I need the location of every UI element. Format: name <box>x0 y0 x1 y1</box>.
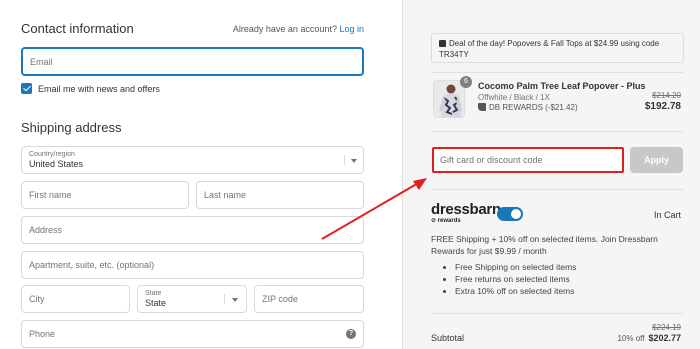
zip-placeholder: ZIP code <box>262 294 298 304</box>
email-field[interactable]: Email <box>21 47 364 76</box>
help-icon[interactable]: ? <box>346 329 356 339</box>
zip-field[interactable]: ZIP code <box>254 285 364 313</box>
phone-field[interactable]: Phone ? <box>21 320 364 348</box>
rewards-benefits: Free Shipping on selected items Free ret… <box>443 261 576 297</box>
product-name: Cocomo Palm Tree Leaf Popover - Plus <box>478 81 646 91</box>
divider <box>431 313 684 314</box>
subtotal-discount-note: 10% off <box>617 334 645 343</box>
brand-sub: ⊘ rewards <box>431 218 461 224</box>
last-name-field[interactable]: Last name <box>196 181 364 209</box>
list-item: Free Shipping on selected items <box>455 261 576 273</box>
reward-text: DB REWARDS (-$21.42) <box>489 103 578 112</box>
country-select[interactable]: Country/region United States <box>21 146 364 174</box>
chevron-down-icon <box>351 159 357 163</box>
address-placeholder: Address <box>29 225 63 235</box>
rewards-status: In Cart <box>653 210 681 220</box>
first-name-placeholder: First name <box>29 190 72 200</box>
rewards-promo-text: FREE Shipping + 10% off on selected item… <box>431 234 658 256</box>
subtotal-label: Subtotal <box>431 333 465 343</box>
deal-banner: Deal of the day! Popovers & Fall Tops at… <box>431 33 684 63</box>
apartment-field[interactable]: Apartment, suite, etc. (optional) <box>21 251 364 279</box>
login-prompt: Already have an account? Log in <box>233 24 364 34</box>
product-price-original: $214.20 <box>652 91 681 100</box>
divider <box>431 189 684 190</box>
subtotal-final: $202.77 <box>648 333 681 343</box>
discount-code-input[interactable]: Gift card or discount code <box>432 147 624 173</box>
login-link[interactable]: Log in <box>339 24 364 34</box>
state-label: State <box>145 290 162 297</box>
apartment-placeholder: Apartment, suite, etc. (optional) <box>29 260 155 270</box>
rewards-logo-icon: ⊘ <box>431 218 438 224</box>
phone-placeholder: Phone <box>29 329 56 339</box>
country-label: Country/region <box>29 151 75 158</box>
product-thumbnail <box>433 80 465 118</box>
order-summary: Deal of the day! Popovers & Fall Tops at… <box>402 0 700 349</box>
state-select[interactable]: State State <box>137 285 247 313</box>
subtotal-final-wrap: 10% off $202.77 <box>617 333 681 343</box>
product-variant: Offwhite / Black / 1X <box>478 93 550 102</box>
newsletter-label: Email me with news and offers <box>38 84 160 94</box>
product-price-final: $192.78 <box>644 101 681 112</box>
brand-name: dressbarn <box>431 201 501 218</box>
newsletter-checkbox[interactable] <box>21 83 32 94</box>
city-placeholder: City <box>29 294 45 304</box>
list-item: Extra 10% off on selected items <box>455 285 576 297</box>
checkout-form: Contact information Already have an acco… <box>0 0 402 349</box>
gift-icon <box>439 40 446 47</box>
apply-button[interactable]: Apply <box>630 147 683 173</box>
deal-text: Deal of the day! Popovers & Fall Tops at… <box>439 39 660 59</box>
country-value: United States <box>29 159 84 169</box>
subtotal-original: $224.19 <box>652 323 681 332</box>
chevron-down-icon <box>232 298 238 302</box>
shipping-title: Shipping address <box>21 120 122 135</box>
divider <box>431 131 684 132</box>
discount-placeholder: Gift card or discount code <box>440 155 543 165</box>
quantity-badge: 6 <box>460 76 472 88</box>
list-item: Free returns on selected items <box>455 273 576 285</box>
dressbarn-rewards-logo: dressbarn ⊘ rewards <box>431 202 501 224</box>
city-field[interactable]: City <box>21 285 130 313</box>
first-name-field[interactable]: First name <box>21 181 189 209</box>
tag-icon <box>478 103 486 111</box>
last-name-placeholder: Last name <box>204 190 247 200</box>
product-reward: DB REWARDS (-$21.42) <box>478 103 578 112</box>
have-account-text: Already have an account? <box>232 24 337 34</box>
address-field[interactable]: Address <box>21 216 364 244</box>
divider <box>431 72 684 73</box>
contact-title: Contact information <box>21 21 134 36</box>
product-image <box>434 81 464 117</box>
email-placeholder: Email <box>30 56 53 67</box>
state-value: State <box>145 298 167 308</box>
rewards-toggle[interactable] <box>497 207 523 221</box>
